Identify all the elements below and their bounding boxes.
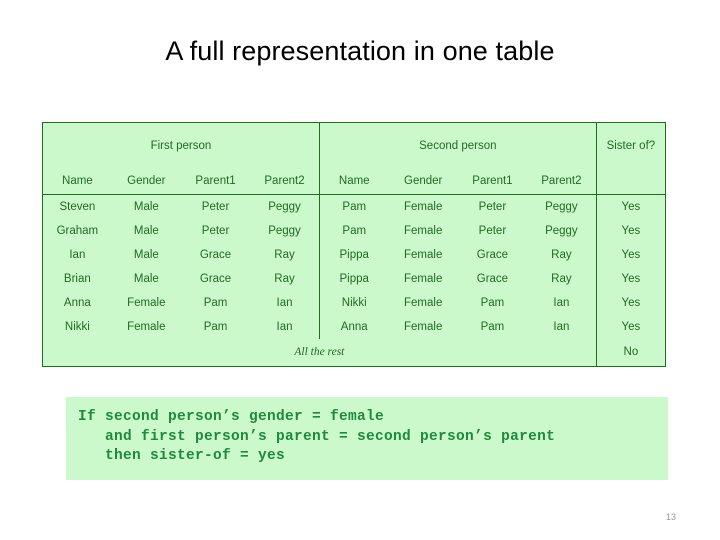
cell-first-gender: Female bbox=[127, 296, 166, 309]
col-header-second-name: Name bbox=[319, 169, 389, 195]
rule-line-1: If second person’s gender = female bbox=[78, 409, 385, 425]
col-header-second-parent2: Parent2 bbox=[527, 169, 597, 195]
cell-second-parent1: Pam bbox=[480, 320, 505, 333]
cell-first-parent2: Peggy bbox=[250, 194, 320, 219]
cell-first-parent1: Grace bbox=[199, 272, 232, 285]
cell-second-gender: Female bbox=[404, 272, 443, 285]
table-row: Anna Female Pam Ian Nikki Female Pam Ian… bbox=[41, 291, 667, 315]
cell-sister-of: Yes bbox=[596, 291, 667, 315]
cell-second-parent2: Ray bbox=[527, 267, 597, 291]
table-row: Brian Male Grace Ray Pippa Female Grace … bbox=[41, 267, 667, 291]
rule-line-2: and first person’s parent = second perso… bbox=[78, 428, 556, 445]
cell-first-name: Brian bbox=[41, 267, 112, 291]
cell-second-gender: Female bbox=[404, 200, 443, 213]
cell-second-parent1: Grace bbox=[476, 272, 509, 285]
cell-first-parent2: Ian bbox=[250, 315, 320, 339]
cell-second-name: Pam bbox=[342, 200, 367, 213]
cell-second-name: Pippa bbox=[339, 272, 369, 285]
cell-second-gender: Female bbox=[404, 224, 443, 237]
col-header-first-name: Name bbox=[41, 169, 112, 195]
table-row: Nikki Female Pam Ian Anna Female Pam Ian… bbox=[41, 315, 667, 339]
group-header-first-person: First person bbox=[42, 122, 320, 169]
cell-first-gender: Female bbox=[127, 320, 166, 333]
table-rest-row: All the rest No bbox=[42, 339, 667, 367]
cell-second-parent1: Grace bbox=[476, 248, 509, 261]
rule-line-3: then sister-of = yes bbox=[78, 448, 286, 464]
cell-first-name: Nikki bbox=[41, 315, 112, 339]
cell-sister-of-rest: No bbox=[596, 339, 667, 367]
cell-second-name: Pippa bbox=[339, 248, 369, 261]
rule-code-block: If second person’s gender = female and f… bbox=[66, 397, 668, 480]
cell-first-parent1: Pam bbox=[203, 296, 228, 309]
cell-second-parent1: Peter bbox=[478, 224, 507, 237]
cell-first-parent1: Grace bbox=[199, 248, 232, 261]
page-title: A full representation in one table bbox=[165, 36, 555, 67]
cell-sister-of: Yes bbox=[596, 219, 667, 243]
cell-first-name: Graham bbox=[41, 219, 112, 243]
slide-number: 13 bbox=[665, 512, 676, 522]
cell-first-name: Ian bbox=[41, 243, 112, 267]
cell-second-name: Anna bbox=[340, 320, 368, 333]
table-row: Steven Male Peter Peggy Pam Female Peter… bbox=[41, 194, 667, 219]
table-group-header-row: First person Second person Sister of? bbox=[42, 122, 667, 169]
cell-sister-of: Yes bbox=[596, 267, 667, 291]
cell-second-parent2: Ray bbox=[527, 243, 597, 267]
cell-first-gender: Male bbox=[133, 248, 159, 261]
col-header-sister-blank bbox=[596, 169, 667, 195]
cell-first-parent2: Ian bbox=[250, 291, 320, 315]
group-header-second-person: Second person bbox=[319, 122, 597, 169]
cell-second-parent2: Ian bbox=[527, 315, 597, 339]
cell-first-parent1: Peter bbox=[201, 224, 230, 237]
cell-first-parent1: Pam bbox=[203, 320, 228, 333]
cell-first-name: Anna bbox=[41, 291, 112, 315]
col-header-first-parent2: Parent2 bbox=[250, 169, 320, 195]
cell-sister-of: Yes bbox=[596, 194, 667, 219]
cell-second-name: Nikki bbox=[341, 296, 367, 309]
cell-first-parent2: Ray bbox=[250, 243, 320, 267]
cell-first-gender: Male bbox=[133, 272, 159, 285]
cell-second-parent1: Pam bbox=[480, 296, 505, 309]
cell-second-gender: Female bbox=[404, 248, 443, 261]
col-header-second-gender: Gender bbox=[388, 169, 458, 195]
cell-second-gender: Female bbox=[404, 320, 443, 333]
cell-first-gender: Male bbox=[133, 200, 159, 213]
relation-table: First person Second person Sister of? Na… bbox=[41, 122, 667, 367]
cell-first-parent1: Peter bbox=[201, 200, 230, 213]
col-header-first-gender: Gender bbox=[111, 169, 181, 195]
cell-first-gender: Male bbox=[133, 224, 159, 237]
cell-second-parent2: Peggy bbox=[527, 194, 597, 219]
cell-second-gender: Female bbox=[404, 296, 443, 309]
group-header-sister-of: Sister of? bbox=[596, 122, 667, 169]
table-row: Graham Male Peter Peggy Pam Female Peter… bbox=[41, 219, 667, 243]
cell-second-parent2: Ian bbox=[527, 291, 597, 315]
col-header-second-parent1: Parent1 bbox=[457, 169, 528, 195]
rest-label: All the rest bbox=[42, 339, 597, 367]
cell-sister-of: Yes bbox=[596, 243, 667, 267]
cell-first-parent2: Peggy bbox=[250, 219, 320, 243]
cell-second-parent2: Peggy bbox=[527, 219, 597, 243]
table-row: Ian Male Grace Ray Pippa Female Grace Ra… bbox=[41, 243, 667, 267]
cell-second-parent1: Peter bbox=[478, 200, 507, 213]
cell-sister-of: Yes bbox=[596, 315, 667, 339]
col-header-first-parent1: Parent1 bbox=[180, 169, 251, 195]
cell-first-parent2: Ray bbox=[250, 267, 320, 291]
table-sub-header-row: Name Gender Parent1 Parent2 Name Gender … bbox=[41, 169, 667, 195]
cell-first-name: Steven bbox=[41, 194, 112, 219]
cell-second-name: Pam bbox=[342, 224, 367, 237]
